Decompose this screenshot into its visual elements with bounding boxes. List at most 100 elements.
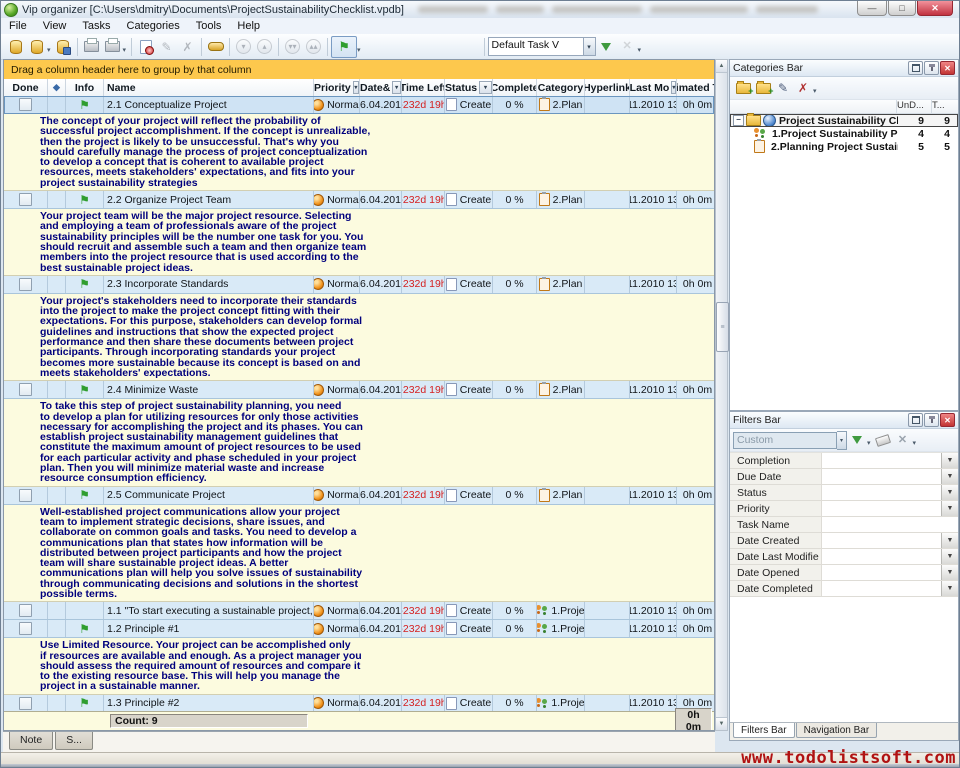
- menu-help[interactable]: Help: [229, 19, 268, 33]
- categories-more-dropdown-icon[interactable]: ▾: [813, 87, 817, 95]
- sort-dropdown-icon[interactable]: ▾: [392, 81, 401, 94]
- tab-filters-bar[interactable]: Filters Bar: [733, 723, 795, 738]
- menu-view[interactable]: View: [35, 19, 75, 33]
- grid-scrollbar[interactable]: ▲ ≡ ▼: [715, 59, 728, 731]
- sort-dropdown-icon[interactable]: ▾: [353, 81, 359, 94]
- task-note-text[interactable]: Your project team will be the major proj…: [4, 209, 714, 276]
- clear-view-button[interactable]: ✕: [617, 37, 638, 57]
- col-header-status[interactable]: Status▾: [445, 79, 493, 96]
- done-checkbox[interactable]: [19, 489, 32, 502]
- task-row[interactable]: ⚑2.4 Minimize WasteNormal06.04.2010-232d…: [4, 381, 714, 399]
- tab-s[interactable]: S...: [55, 732, 93, 750]
- view-notes-button[interactable]: [205, 37, 226, 57]
- move-down-button[interactable]: ▾: [233, 37, 254, 57]
- sort-dropdown-icon[interactable]: ▾: [479, 81, 492, 94]
- task-row[interactable]: ⚑2.3 Incorporate StandardsNormal06.04.20…: [4, 276, 714, 294]
- done-checkbox[interactable]: [19, 98, 32, 111]
- filter-value[interactable]: [822, 517, 958, 532]
- col-header-done[interactable]: Done: [4, 79, 48, 96]
- category-row[interactable]: 2.Planning Project Sustainabil 5 5: [730, 140, 958, 153]
- filter-dropdown-icon[interactable]: ▼: [941, 469, 958, 484]
- filter-preset-dropdown-icon[interactable]: ▾: [837, 431, 847, 450]
- done-checkbox[interactable]: [19, 383, 32, 396]
- flag-dropdown-icon[interactable]: ▾: [357, 46, 361, 54]
- filters-more-dropdown-icon[interactable]: ▾: [913, 439, 917, 447]
- save-database-button[interactable]: [53, 37, 74, 57]
- scroll-thumb[interactable]: ≡: [716, 302, 729, 352]
- scroll-down-icon[interactable]: ▼: [716, 717, 727, 730]
- edit-category-button[interactable]: ✎: [773, 79, 793, 97]
- col-header-hyperlink[interactable]: Hyperlink: [585, 79, 630, 96]
- task-view-dropdown-icon[interactable]: ▾: [584, 37, 596, 56]
- print-button[interactable]: [81, 37, 102, 57]
- new-subcategory-button[interactable]: +: [753, 79, 773, 97]
- done-checkbox[interactable]: [19, 604, 32, 617]
- task-note-text[interactable]: The concept of your project will reflect…: [4, 114, 714, 191]
- task-row[interactable]: 1.1 "To start executing a sustainable pr…: [4, 602, 714, 620]
- open-dropdown-icon[interactable]: ▾: [47, 46, 51, 54]
- print-preview-button[interactable]: [102, 37, 123, 57]
- open-database-button[interactable]: [26, 37, 47, 57]
- view-more-dropdown-icon[interactable]: ▾: [638, 46, 642, 54]
- filter-dropdown-icon[interactable]: ▼: [941, 453, 958, 468]
- task-view-combo[interactable]: Default Task V: [488, 37, 584, 56]
- flag-view-button[interactable]: ⚑: [331, 36, 357, 58]
- done-checkbox[interactable]: [19, 193, 32, 206]
- sort-dropdown-icon[interactable]: ▾: [671, 81, 676, 94]
- task-row[interactable]: ⚑2.2 Organize Project TeamNormal06.04.20…: [4, 191, 714, 209]
- task-note-text[interactable]: Your project's stakeholders need to inco…: [4, 294, 714, 381]
- menu-file[interactable]: File: [1, 19, 35, 33]
- done-checkbox[interactable]: [19, 278, 32, 291]
- category-root-row[interactable]: − Project Sustainability Checklist 9 9: [730, 114, 958, 127]
- task-row[interactable]: ⚑2.1 Conceptualize ProjectNormal06.04.20…: [4, 96, 714, 114]
- new-database-button[interactable]: [5, 37, 26, 57]
- panel-pin-button[interactable]: [924, 61, 939, 75]
- close-button[interactable]: ✕: [917, 1, 953, 16]
- filter-value[interactable]: [822, 501, 941, 516]
- col-header-category[interactable]: Category: [537, 79, 585, 96]
- cancel-filter-button[interactable]: ✕: [893, 431, 913, 449]
- clear-filter-button[interactable]: [873, 431, 893, 449]
- panel-restore-button[interactable]: [908, 61, 923, 75]
- col-header-name[interactable]: Name: [104, 79, 314, 96]
- panel-restore-button[interactable]: [908, 413, 923, 427]
- col-header-time-left[interactable]: Time Left: [402, 79, 445, 96]
- tab-note[interactable]: Note: [9, 732, 53, 750]
- task-row[interactable]: ⚑1.3 Principle #2Normal06.04.2010-232d 1…: [4, 695, 714, 712]
- filter-dropdown-icon[interactable]: ▼: [941, 581, 958, 596]
- filter-dropdown-icon[interactable]: ▼: [941, 549, 958, 564]
- filter-value[interactable]: [822, 485, 941, 500]
- filter-dropdown-icon[interactable]: ▼: [941, 533, 958, 548]
- filter-value[interactable]: [822, 581, 941, 596]
- col-header-complete[interactable]: Complete: [493, 79, 537, 96]
- col-header-priority[interactable]: Priority▾: [314, 79, 360, 96]
- maximize-button[interactable]: □: [888, 1, 916, 16]
- category-row[interactable]: 1.Project Sustainability Princip 4 4: [730, 127, 958, 140]
- col-header-last-mo[interactable]: Last Mo▾: [630, 79, 677, 96]
- print-dropdown-icon[interactable]: ▾: [123, 46, 127, 54]
- task-row[interactable]: ⚑2.5 Communicate ProjectNormal06.04.2010…: [4, 487, 714, 505]
- task-note-text[interactable]: To take this step of project sustainabil…: [4, 399, 714, 486]
- menu-categories[interactable]: Categories: [119, 19, 188, 33]
- scroll-up-icon[interactable]: ▲: [716, 60, 727, 73]
- filter-value[interactable]: [822, 533, 941, 548]
- collapse-icon[interactable]: −: [733, 115, 744, 126]
- filter-value[interactable]: [822, 469, 941, 484]
- new-task-button[interactable]: [135, 37, 156, 57]
- groupby-bar[interactable]: Drag a column header here to group by th…: [4, 60, 714, 80]
- apply-filter-button[interactable]: [847, 431, 867, 449]
- delete-category-button[interactable]: ✗: [793, 79, 813, 97]
- filter-preset-combo[interactable]: Custom: [733, 432, 837, 449]
- move-up-button[interactable]: ▴: [254, 37, 275, 57]
- col-header-flag[interactable]: ◆: [48, 79, 66, 96]
- apply-view-button[interactable]: [596, 37, 617, 57]
- task-note-text[interactable]: Well-established project communications …: [4, 505, 714, 603]
- filter-value[interactable]: [822, 453, 941, 468]
- col-header-timated-ti[interactable]: timated Ti: [677, 79, 715, 96]
- filter-dropdown-icon[interactable]: ▼: [941, 501, 958, 516]
- filter-dropdown-icon[interactable]: ▾: [867, 439, 871, 447]
- menu-tasks[interactable]: Tasks: [74, 19, 118, 33]
- panel-close-button[interactable]: ✕: [940, 61, 955, 75]
- total-column-header[interactable]: T...: [931, 100, 958, 113]
- move-top-button[interactable]: ▴▴: [303, 37, 324, 57]
